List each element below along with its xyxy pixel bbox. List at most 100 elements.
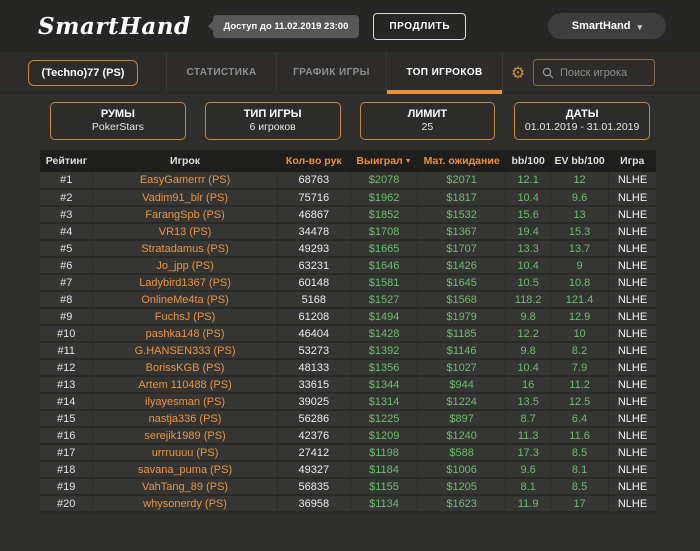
cell-rank: #20 — [40, 495, 93, 512]
cell-bb100: 10.4 — [506, 359, 551, 376]
column-header-player[interactable]: Игрок — [93, 150, 277, 172]
table-row[interactable]: #12BorissKGB (PS)48133$1356$102710.47.9N… — [40, 359, 656, 376]
cell-hands: 27412 — [277, 444, 350, 461]
table-row[interactable]: #7Ladybird1367 (PS)60148$1581$164510.510… — [40, 274, 656, 291]
cell-rank: #2 — [40, 189, 93, 206]
filter-dates-value: 01.01.2019 - 31.01.2019 — [515, 121, 649, 134]
filter-limit[interactable]: ЛИМИТ 25 — [360, 102, 496, 140]
cell-bb100: 19.4 — [506, 223, 551, 240]
table-row[interactable]: #20whysonerdy (PS)36958$1134$162311.917N… — [40, 495, 656, 512]
cell-evbb100: 6.4 — [551, 410, 609, 427]
cell-game: NLHE — [609, 206, 656, 223]
cell-evbb100: 12 — [551, 172, 609, 189]
cell-rank: #18 — [40, 461, 93, 478]
cell-won: $1581 — [350, 274, 417, 291]
column-header-rank[interactable]: Рейтинг — [40, 150, 93, 172]
cell-evbb100: 10 — [551, 325, 609, 342]
cell-game: NLHE — [609, 223, 656, 240]
tab-bar: (Techno)77 (PS) СТАТИСТИКА ГРАФИК ИГРЫ Т… — [0, 52, 700, 94]
cell-mat: $2071 — [418, 172, 506, 189]
table-row[interactable]: #2Vadim91_blr (PS)75716$1962$181710.49.6… — [40, 189, 656, 206]
cell-evbb100: 8.2 — [551, 342, 609, 359]
table-row[interactable]: #16serejik1989 (PS)42376$1209$124011.311… — [40, 427, 656, 444]
table-row[interactable]: #5Stratadamus (PS)49293$1665$170713.313.… — [40, 240, 656, 257]
tab-game-graph[interactable]: ГРАФИК ИГРЫ — [276, 52, 386, 93]
cell-evbb100: 11.2 — [551, 376, 609, 393]
table-row[interactable]: #10pashka148 (PS)46404$1428$118512.210NL… — [40, 325, 656, 342]
table-row[interactable]: #19VahTang_89 (PS)56835$1155$12058.18.5N… — [40, 478, 656, 495]
column-header-hands[interactable]: Кол-во рук — [277, 150, 350, 172]
cell-evbb100: 121.4 — [551, 291, 609, 308]
cell-won: $1209 — [350, 427, 417, 444]
player-search-input[interactable] — [560, 67, 646, 79]
cell-mat: $1205 — [418, 478, 506, 495]
cell-bb100: 9.6 — [506, 461, 551, 478]
filter-dates[interactable]: ДАТЫ 01.01.2019 - 31.01.2019 — [514, 102, 650, 140]
filter-rooms[interactable]: РУМЫ PokerStars — [50, 102, 186, 140]
cell-player: FarangSpb (PS) — [93, 206, 277, 223]
table-row[interactable]: #1EasyGamerrr (PS)68763$2078$207112.112N… — [40, 172, 656, 189]
table-row[interactable]: #6Jo_jpp (PS)63231$1646$142610.49NLHE — [40, 257, 656, 274]
cell-won: $1344 — [350, 376, 417, 393]
cell-player: BorissKGB (PS) — [93, 359, 277, 376]
cell-game: NLHE — [609, 342, 656, 359]
cell-game: NLHE — [609, 172, 656, 189]
cell-won: $1852 — [350, 206, 417, 223]
cell-evbb100: 15.3 — [551, 223, 609, 240]
column-header-game[interactable]: Игра — [609, 150, 656, 172]
extend-subscription-button[interactable]: ПРОДЛИТЬ — [373, 13, 466, 40]
column-header-bb100[interactable]: bb/100 — [506, 150, 551, 172]
cell-rank: #5 — [40, 240, 93, 257]
top-players-table-body: #1EasyGamerrr (PS)68763$2078$207112.112N… — [40, 172, 656, 512]
cell-player: Ladybird1367 (PS) — [93, 274, 277, 291]
filter-game-type-value: 6 игроков — [206, 121, 340, 134]
cell-hands: 34478 — [277, 223, 350, 240]
cell-game: NLHE — [609, 291, 656, 308]
cell-evbb100: 7.9 — [551, 359, 609, 376]
cell-bb100: 12.2 — [506, 325, 551, 342]
tab-statistics[interactable]: СТАТИСТИКА — [166, 52, 276, 93]
cell-game: NLHE — [609, 257, 656, 274]
cell-evbb100: 9.6 — [551, 189, 609, 206]
table-row[interactable]: #8OnlineMe4ta (PS)5168$1527$1568118.2121… — [40, 291, 656, 308]
cell-hands: 49327 — [277, 461, 350, 478]
account-menu-button[interactable]: SmartHand — [548, 13, 666, 39]
cell-game: NLHE — [609, 240, 656, 257]
filter-limit-title: ЛИМИТ — [361, 107, 495, 121]
column-header-mat[interactable]: Мат. ожидание — [418, 150, 506, 172]
filter-game-type[interactable]: ТИП ИГРЫ 6 игроков — [205, 102, 341, 140]
player-search-box[interactable] — [533, 59, 655, 86]
cell-rank: #1 — [40, 172, 93, 189]
table-row[interactable]: #11G.HANSEN333 (PS)53273$1392$11469.88.2… — [40, 342, 656, 359]
cell-mat: $1568 — [418, 291, 506, 308]
table-row[interactable]: #18savana_puma (PS)49327$1184$10069.68.1… — [40, 461, 656, 478]
cell-player: OnlineMe4ta (PS) — [93, 291, 277, 308]
cell-bb100: 9.8 — [506, 308, 551, 325]
cell-evbb100: 13.7 — [551, 240, 609, 257]
table-row[interactable]: #4VR13 (PS)34478$1708$136719.415.3NLHE — [40, 223, 656, 240]
settings-gear-icon[interactable]: ⚙︎ — [503, 52, 533, 93]
top-players-table-wrap: РейтингИгрокКол-во рукВыиграл ▼Мат. ожид… — [40, 150, 660, 513]
table-row[interactable]: #14ilyayesman (PS)39025$1314$122413.512.… — [40, 393, 656, 410]
current-player-button[interactable]: (Techno)77 (PS) — [28, 60, 139, 86]
column-header-won[interactable]: Выиграл ▼ — [350, 150, 417, 172]
column-header-evbb100[interactable]: EV bb/100 — [551, 150, 609, 172]
table-row[interactable]: #13Artem 110488 (PS)33615$1344$9441611.2… — [40, 376, 656, 393]
tab-top-players[interactable]: ТОП ИГРОКОВ — [386, 52, 502, 93]
cell-player: urrruuuu (PS) — [93, 444, 277, 461]
cell-mat: $1426 — [418, 257, 506, 274]
table-row[interactable]: #9FuchsJ (PS)61208$1494$19799.812.9NLHE — [40, 308, 656, 325]
cell-bb100: 13.3 — [506, 240, 551, 257]
table-row[interactable]: #15nastja336 (PS)56286$1225$8978.76.4NLH… — [40, 410, 656, 427]
cell-won: $1184 — [350, 461, 417, 478]
cell-bb100: 10.4 — [506, 189, 551, 206]
cell-player: VahTang_89 (PS) — [93, 478, 277, 495]
cell-mat: $1006 — [418, 461, 506, 478]
cell-rank: #15 — [40, 410, 93, 427]
cell-mat: $588 — [418, 444, 506, 461]
table-row[interactable]: #17urrruuuu (PS)27412$1198$58817.38.5NLH… — [40, 444, 656, 461]
table-row[interactable]: #3FarangSpb (PS)46867$1852$153215.613NLH… — [40, 206, 656, 223]
cell-bb100: 15.6 — [506, 206, 551, 223]
cell-rank: #17 — [40, 444, 93, 461]
cell-bb100: 10.5 — [506, 274, 551, 291]
